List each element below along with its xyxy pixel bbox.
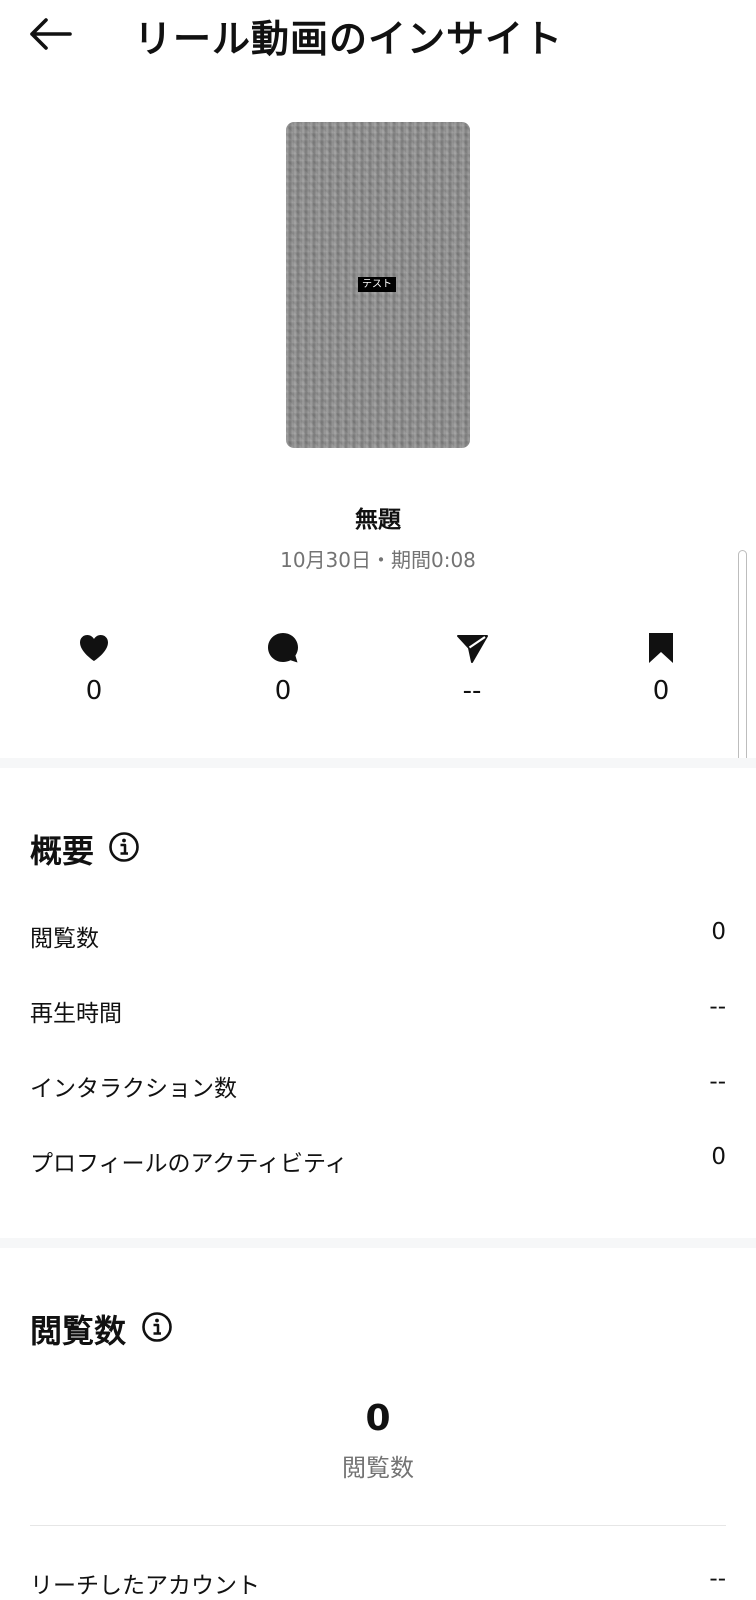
row-value: --	[709, 994, 726, 1020]
post-meta: 10月30日・期間0:08	[280, 548, 476, 572]
scrollbar[interactable]	[738, 550, 747, 768]
divider	[30, 1525, 726, 1526]
bookmark-icon	[643, 630, 679, 666]
row-label: プロフィールのアクティビティ	[30, 1151, 348, 1177]
reel-insights-screen: リール動画のインサイト テスト 無題 10月30日・期間0:08 0 0 -- …	[0, 0, 756, 1600]
stat-comments: 0	[223, 630, 343, 706]
reel-thumbnail[interactable]: テスト	[286, 122, 470, 448]
arrow-left-icon	[30, 18, 72, 50]
views-row-accounts-reached[interactable]: リーチしたアカウント --	[30, 1560, 726, 1600]
shares-count: --	[462, 676, 482, 706]
post-title: 無題	[355, 507, 401, 533]
back-button[interactable]	[26, 14, 74, 54]
row-value: 0	[711, 919, 726, 945]
share-icon	[454, 630, 490, 666]
row-label: 再生時間	[30, 1001, 122, 1027]
row-label: 閲覧数	[30, 926, 99, 952]
overview-row-profile-activity[interactable]: プロフィールのアクティビティ 0	[30, 1138, 726, 1178]
views-title: 閲覧数	[30, 1312, 127, 1350]
comments-count: 0	[274, 676, 292, 706]
overview-title: 概要	[30, 832, 95, 870]
page-title: リール動画のインサイト	[134, 17, 564, 61]
info-icon[interactable]	[108, 831, 140, 863]
stat-likes: 0	[34, 630, 154, 706]
heart-icon	[76, 630, 112, 666]
overview-row-watch-time[interactable]: 再生時間 --	[30, 988, 726, 1028]
likes-count: 0	[85, 676, 103, 706]
header: リール動画のインサイト	[0, 0, 756, 68]
overview-row-views[interactable]: 閲覧数 0	[30, 913, 726, 953]
views-total-label: 閲覧数	[342, 1454, 414, 1482]
row-label: リーチしたアカウント	[30, 1573, 260, 1599]
section-divider	[0, 1238, 756, 1248]
views-total: 0	[365, 1398, 391, 1439]
stat-saves: 0	[601, 630, 721, 706]
comment-icon	[265, 630, 301, 666]
overview-row-interactions[interactable]: インタラクション数 --	[30, 1063, 726, 1103]
row-label: インタラクション数	[30, 1076, 237, 1102]
thumbnail-overlay-text: テスト	[358, 277, 396, 292]
row-value: --	[709, 1566, 726, 1592]
section-divider	[0, 758, 756, 768]
stat-shares: --	[412, 630, 532, 706]
row-value: 0	[711, 1144, 726, 1170]
info-icon[interactable]	[141, 1311, 173, 1343]
row-value: --	[709, 1069, 726, 1095]
saves-count: 0	[652, 676, 670, 706]
